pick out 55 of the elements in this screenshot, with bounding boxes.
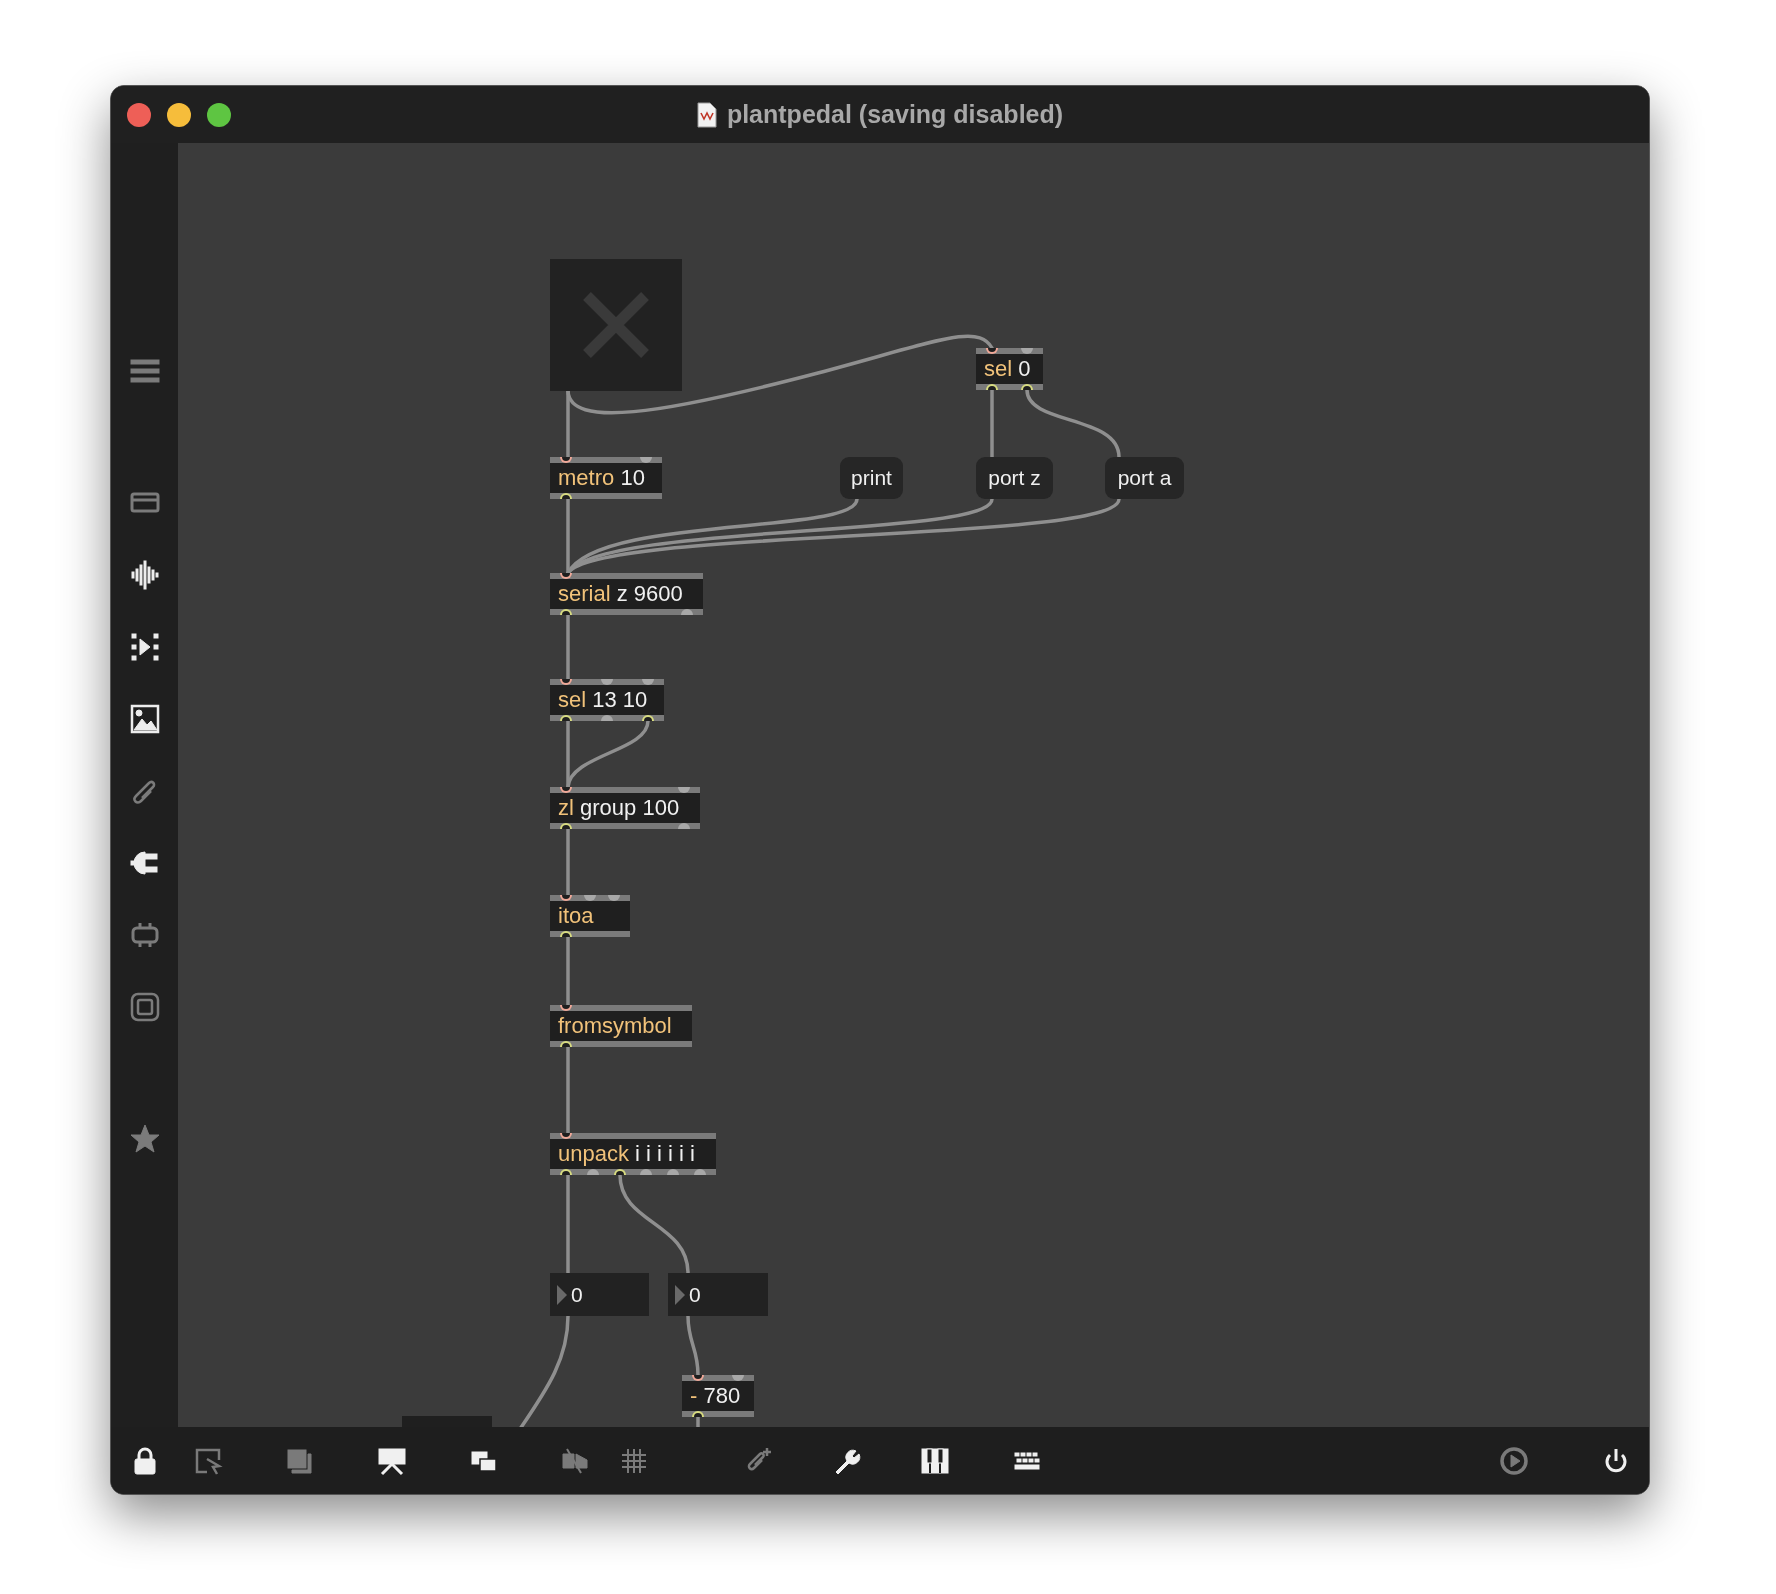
outlet[interactable] xyxy=(560,823,572,829)
object-box[interactable]: unpack i i i i i i xyxy=(550,1133,716,1175)
close-button[interactable] xyxy=(127,102,151,127)
patch-cord xyxy=(696,1415,700,1427)
star-icon[interactable] xyxy=(128,1123,161,1155)
number-box[interactable]: 0 xyxy=(550,1273,649,1316)
inlet[interactable] xyxy=(560,679,572,685)
inlet[interactable] xyxy=(560,1133,572,1139)
presentation-icon[interactable] xyxy=(377,1445,407,1476)
video-icon[interactable] xyxy=(128,631,161,663)
number-box[interactable]: 0 xyxy=(668,1273,768,1316)
patch-cord xyxy=(566,935,570,1007)
zoom-button[interactable] xyxy=(207,102,231,127)
object-box[interactable]: zl group 100 xyxy=(550,787,700,829)
message-box[interactable]: port a xyxy=(1105,457,1184,499)
patch-cord xyxy=(566,827,570,897)
outlet[interactable] xyxy=(642,715,654,721)
object-box[interactable]: sel 0 xyxy=(976,348,1043,390)
image-icon[interactable] xyxy=(128,703,161,735)
inlet[interactable] xyxy=(560,573,572,579)
outlet[interactable] xyxy=(560,1169,572,1175)
patch-cord xyxy=(686,1314,700,1377)
object-box[interactable]: metro 10 xyxy=(550,457,662,499)
outlet[interactable] xyxy=(986,384,998,390)
outlet[interactable] xyxy=(692,1411,704,1417)
square-icon[interactable] xyxy=(128,991,161,1023)
inlet[interactable] xyxy=(986,348,998,354)
patch-cord xyxy=(566,613,570,681)
object-box[interactable]: serial z 9600 xyxy=(550,573,703,615)
outlet[interactable] xyxy=(1021,384,1033,390)
minimize-button[interactable] xyxy=(167,102,191,127)
outlet[interactable] xyxy=(560,493,572,499)
waveform-icon[interactable] xyxy=(128,559,161,591)
message-box[interactable]: port z xyxy=(976,457,1053,499)
object-box[interactable]: - 780 xyxy=(682,1375,754,1417)
toggle[interactable] xyxy=(550,259,682,391)
inlet[interactable] xyxy=(560,787,572,793)
inlet[interactable] xyxy=(692,1375,704,1381)
object-box[interactable]: fromsymbol xyxy=(550,1005,692,1047)
outlet[interactable] xyxy=(560,1041,572,1047)
outlet[interactable] xyxy=(560,609,572,615)
window-title: plantpedal (saving disabled) xyxy=(726,100,1064,129)
message-box[interactable]: print xyxy=(840,457,903,499)
inlet[interactable] xyxy=(560,457,572,463)
inlet[interactable] xyxy=(560,1005,572,1011)
object-box[interactable]: itoa xyxy=(550,895,630,937)
outlet[interactable] xyxy=(613,1169,626,1175)
piano-icon[interactable] xyxy=(920,1445,950,1476)
outlet[interactable] xyxy=(560,931,572,937)
inlet[interactable] xyxy=(560,895,572,901)
triangle-icon xyxy=(674,1283,686,1306)
object-box[interactable]: sel 13 10 xyxy=(550,679,664,721)
triangle-icon xyxy=(556,1283,568,1306)
outlet[interactable] xyxy=(560,715,572,721)
document-icon xyxy=(696,101,717,128)
